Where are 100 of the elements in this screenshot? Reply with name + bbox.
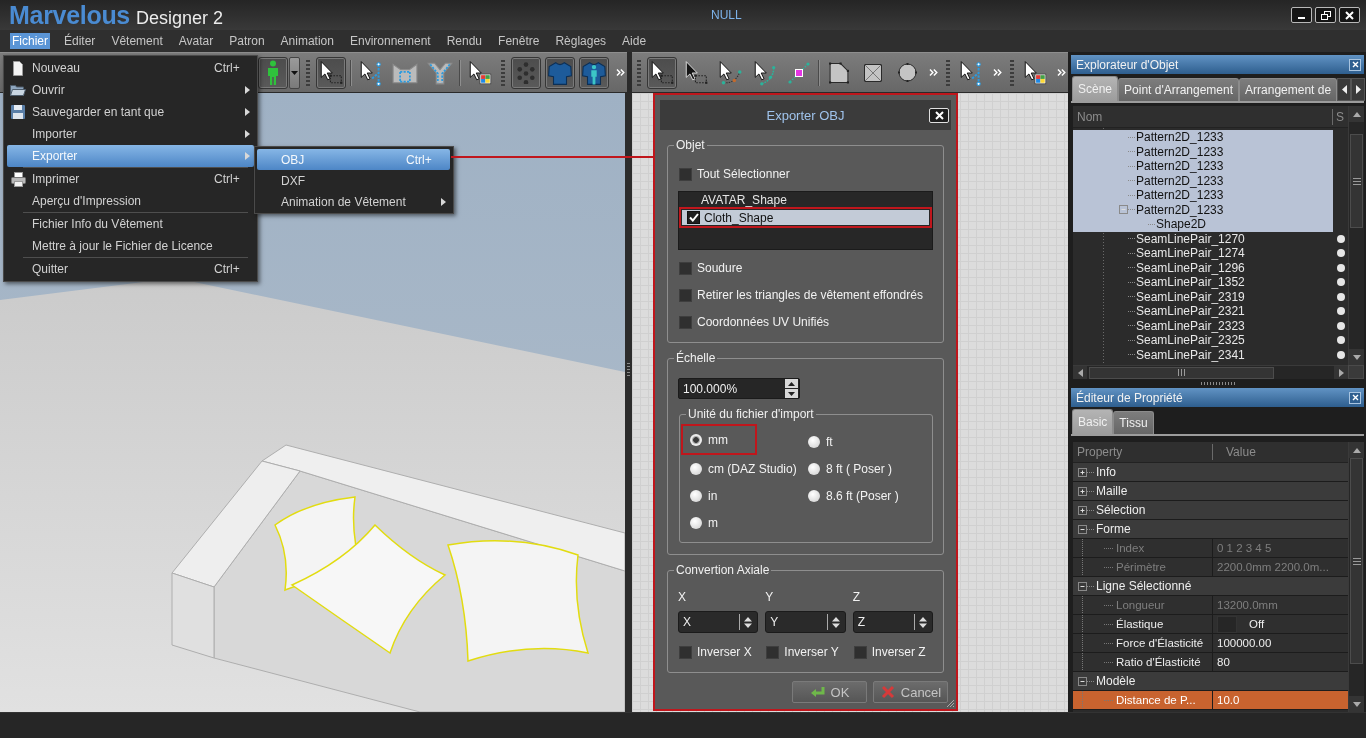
scrollbar-thumb[interactable] bbox=[1089, 366, 1274, 379]
cancel-button[interactable]: Cancel bbox=[873, 681, 948, 703]
menu-option[interactable]: Aperçu d'Impression bbox=[7, 190, 254, 212]
checkbox[interactable] bbox=[679, 167, 692, 181]
close-button[interactable] bbox=[1349, 58, 1361, 71]
menu-item[interactable]: Règlages bbox=[553, 33, 609, 49]
close-button[interactable] bbox=[1349, 391, 1361, 404]
tree-item[interactable]: Pattern2D_1233 bbox=[1073, 130, 1333, 145]
expand-icon[interactable] bbox=[1078, 486, 1087, 496]
menu-item[interactable]: Éditer bbox=[62, 33, 98, 49]
tab[interactable]: Tissu bbox=[1113, 411, 1154, 434]
property-row[interactable]: Distance de P... 10.0 bbox=[1073, 691, 1348, 710]
radio-button[interactable] bbox=[690, 489, 702, 502]
axis-dropdown[interactable]: X bbox=[678, 611, 759, 633]
splitter-grip[interactable] bbox=[1200, 382, 1235, 385]
close-button[interactable] bbox=[1339, 7, 1360, 23]
tool-button[interactable] bbox=[315, 56, 347, 89]
collapse-icon[interactable] bbox=[1078, 676, 1087, 686]
resize-grip-icon[interactable] bbox=[946, 699, 954, 707]
radio-button[interactable] bbox=[808, 435, 820, 448]
menu-option[interactable]: Ouvrir bbox=[7, 79, 254, 101]
vertical-scrollbar[interactable] bbox=[1348, 442, 1364, 712]
menu-option[interactable]: Fichier Info du Vêtement bbox=[7, 213, 254, 235]
checkbox[interactable] bbox=[853, 645, 867, 659]
menu-option[interactable]: Nouveau Ctrl+ bbox=[7, 57, 254, 79]
menu-option[interactable]: Imprimer Ctrl+ bbox=[7, 168, 254, 190]
checkbox[interactable] bbox=[679, 645, 692, 659]
expand-icon[interactable] bbox=[1078, 467, 1087, 477]
radio-button[interactable] bbox=[690, 433, 702, 446]
property-group[interactable]: Ligne Sélectionné bbox=[1073, 577, 1348, 596]
tool-button[interactable] bbox=[579, 56, 610, 89]
radio-button[interactable] bbox=[690, 516, 702, 529]
checkbox[interactable] bbox=[766, 645, 780, 659]
vertical-scrollbar[interactable] bbox=[1348, 106, 1364, 365]
scroll-up-button[interactable] bbox=[1349, 442, 1364, 458]
spin-down-button[interactable] bbox=[785, 389, 798, 398]
overflow-chevron-icon[interactable] bbox=[993, 68, 1003, 77]
overflow-chevron-icon[interactable] bbox=[1057, 68, 1066, 77]
radio-button[interactable] bbox=[690, 462, 702, 475]
expand-icon[interactable] bbox=[1078, 505, 1087, 515]
collapse-icon[interactable] bbox=[1078, 524, 1087, 534]
menu-option[interactable]: DXF bbox=[257, 170, 450, 191]
tree-item[interactable]: Pattern2D_1233 bbox=[1073, 159, 1333, 174]
collapse-icon[interactable] bbox=[1078, 581, 1087, 591]
menu-item[interactable]: Aide bbox=[620, 33, 649, 49]
scroll-down-button[interactable] bbox=[1349, 349, 1364, 365]
tree-item[interactable]: SeamLinePair_1270 bbox=[1073, 231, 1333, 246]
toolbar-grip[interactable] bbox=[500, 59, 505, 86]
list-item[interactable]: Cloth_Shape bbox=[682, 210, 929, 225]
menu-option[interactable]: Mettre à jour le Fichier de Licence bbox=[7, 235, 254, 257]
menu-item[interactable]: Vêtement bbox=[109, 33, 165, 49]
tree-item[interactable]: SeamLinePair_1274 bbox=[1073, 246, 1333, 261]
tree-item[interactable]: Shape2D bbox=[1073, 217, 1333, 232]
menu-option[interactable]: Animation de Vêtement bbox=[257, 191, 450, 212]
axis-dropdown[interactable]: Y bbox=[765, 611, 846, 633]
tool-button[interactable] bbox=[258, 56, 289, 89]
menu-item[interactable]: Patron bbox=[227, 33, 267, 49]
scrollbar-thumb[interactable] bbox=[1350, 134, 1363, 228]
menu-option[interactable]: Quitter Ctrl+ bbox=[7, 258, 254, 280]
overflow-chevron-icon[interactable] bbox=[929, 68, 939, 77]
tab[interactable]: Point d'Arrangement bbox=[1118, 78, 1240, 101]
tree-item[interactable]: SeamLinePair_2321 bbox=[1073, 304, 1333, 319]
checkbox[interactable] bbox=[679, 261, 692, 275]
checkbox[interactable] bbox=[679, 288, 692, 302]
menu-item[interactable]: Avatar bbox=[176, 33, 216, 49]
menu-item[interactable]: Animation bbox=[278, 33, 336, 49]
horizontal-scrollbar[interactable] bbox=[1073, 365, 1348, 379]
list-item[interactable]: AVATAR_Shape bbox=[679, 192, 932, 207]
checkbox[interactable] bbox=[679, 315, 692, 329]
ok-button[interactable]: OK bbox=[792, 681, 867, 703]
minimize-button[interactable] bbox=[1291, 7, 1312, 23]
tree-item[interactable]: SeamLinePair_2341 bbox=[1073, 347, 1333, 362]
property-group[interactable]: Maille bbox=[1073, 482, 1348, 501]
tree-item[interactable]: SeamLinePair_1352 bbox=[1073, 275, 1333, 290]
restore-button[interactable] bbox=[1315, 7, 1336, 23]
menu-option[interactable]: Importer bbox=[7, 123, 254, 145]
scrollbar-thumb[interactable] bbox=[1350, 458, 1363, 664]
scroll-left-button[interactable] bbox=[1073, 366, 1087, 379]
close-button[interactable] bbox=[929, 107, 949, 123]
property-row[interactable]: Élastique Off bbox=[1073, 615, 1348, 634]
menu-item[interactable]: Fenêtre bbox=[496, 33, 542, 49]
dropdown-button[interactable] bbox=[289, 56, 300, 89]
property-group[interactable]: Info bbox=[1073, 463, 1348, 482]
property-row[interactable]: Force d'Élasticité 100000.00 bbox=[1073, 634, 1348, 653]
tree-item[interactable]: SeamLinePair_2319 bbox=[1073, 289, 1333, 304]
toolbar-grip[interactable] bbox=[305, 59, 310, 86]
menu-item[interactable]: Environnement bbox=[347, 33, 433, 49]
spin-up-button[interactable] bbox=[785, 379, 798, 388]
toolbar-grip[interactable] bbox=[637, 59, 641, 86]
property-group[interactable]: Forme bbox=[1073, 520, 1348, 539]
tree-item[interactable]: SeamLinePair_1296 bbox=[1073, 260, 1333, 275]
number-field[interactable]: 100.000% bbox=[678, 378, 800, 399]
tree-item[interactable]: Pattern2D_1233 bbox=[1073, 188, 1333, 203]
axis-dropdown[interactable]: Z bbox=[852, 611, 933, 633]
tree-item[interactable]: SeamLinePair_2323 bbox=[1073, 318, 1333, 333]
radio-button[interactable] bbox=[808, 462, 820, 475]
property-group[interactable]: Modèle bbox=[1073, 672, 1348, 691]
tool-button[interactable] bbox=[646, 56, 678, 89]
scroll-right-button[interactable] bbox=[1351, 78, 1366, 101]
menu-item[interactable]: Rendu bbox=[444, 33, 485, 49]
